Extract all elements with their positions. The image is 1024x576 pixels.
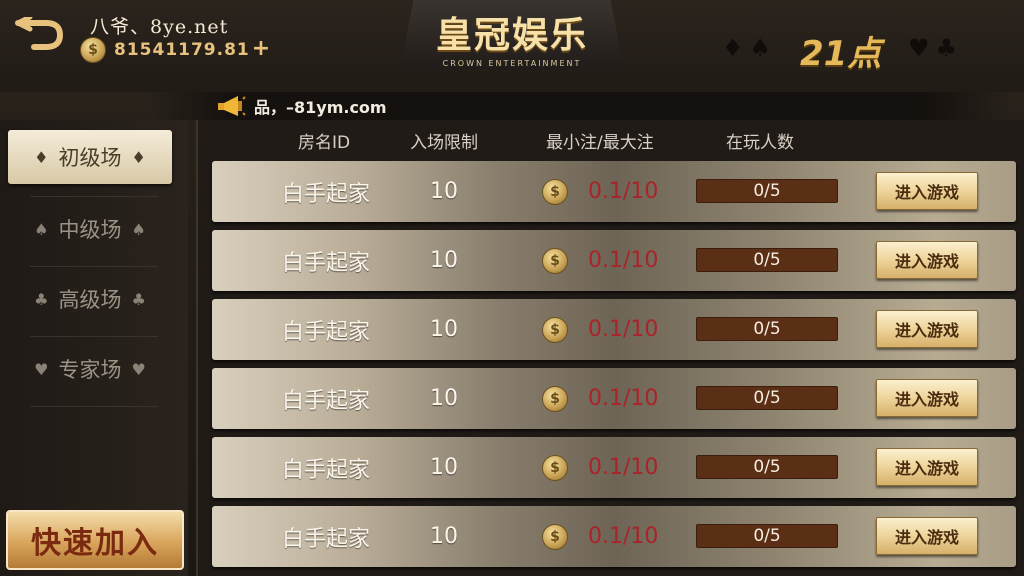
bet-range: 0.1/10 xyxy=(588,248,659,273)
room-name: 白手起家 xyxy=(282,181,371,207)
back-arrow-icon xyxy=(15,17,64,50)
gold-coin-icon: $ xyxy=(80,37,106,63)
bet-coin-wrap: $ xyxy=(542,230,568,291)
column-header-entry-limit: 入场限制 xyxy=(410,133,478,153)
sidebar-item-expert[interactable]: ♥ 专家场 ♥ xyxy=(8,342,172,396)
players-count: 0/5 xyxy=(696,386,838,410)
entry-limit: 10 xyxy=(430,317,458,342)
club-icon: ♣ xyxy=(131,289,146,309)
bet-coin-wrap: $ xyxy=(542,368,568,429)
crown-logo: 皇冠娱乐 CROWN ENTERTAINMENT xyxy=(400,0,624,70)
gold-coin-icon: $ xyxy=(542,316,568,343)
table-row: 白手起家 10 $ 0.1/10 0/5 进入游戏 xyxy=(212,506,1016,567)
suits-decoration-right: ♥♣ xyxy=(908,34,964,62)
table-row: 白手起家 10 $ 0.1/10 0/5 进入游戏 xyxy=(212,299,1016,360)
club-icon: ♣ xyxy=(34,289,49,309)
gold-coin-icon: $ xyxy=(542,454,568,481)
back-button[interactable] xyxy=(14,14,66,54)
room-name: 白手起家 xyxy=(282,457,371,483)
sidebar-item-advanced[interactable]: ♣ 高级场 ♣ xyxy=(8,272,172,326)
diamond-icon: ♦ xyxy=(131,147,146,167)
sidebar-item-label: 高级场 xyxy=(58,288,122,312)
players-count: 0/5 xyxy=(696,317,838,341)
heart-icon: ♥ xyxy=(131,359,146,379)
entry-limit: 10 xyxy=(430,524,458,549)
bet-coin-wrap: $ xyxy=(542,437,568,498)
suits-decoration-left: ♦♠ xyxy=(722,34,778,62)
column-header-players: 在玩人数 xyxy=(726,133,794,153)
gold-coin-icon: $ xyxy=(542,247,568,274)
room-name: 白手起家 xyxy=(282,250,371,276)
sidebar-item-intermediate[interactable]: ♠ 中级场 ♠ xyxy=(8,202,172,256)
room-name: 白手起家 xyxy=(282,526,371,552)
players-count: 0/5 xyxy=(696,248,838,272)
divider xyxy=(30,406,158,407)
entry-limit: 10 xyxy=(430,248,458,273)
heart-icon: ♥ xyxy=(34,359,49,379)
sidebar-item-beginner[interactable]: ♦ 初级场 ♦ xyxy=(8,130,172,184)
enter-game-button[interactable]: 进入游戏 xyxy=(876,379,978,417)
divider xyxy=(30,336,158,337)
logo-subtitle: CROWN ENTERTAINMENT xyxy=(442,59,582,68)
sidebar-item-label: 专家场 xyxy=(58,358,122,382)
entry-limit: 10 xyxy=(430,179,458,204)
bet-range: 0.1/10 xyxy=(588,179,659,204)
bet-range: 0.1/10 xyxy=(588,524,659,549)
sidebar-item-label: 初级场 xyxy=(58,146,122,170)
logo-title: 皇冠娱乐 xyxy=(435,15,588,56)
notice-text: 品，–81ym.com xyxy=(254,98,387,117)
table-row: 白手起家 10 $ 0.1/10 0/5 进入游戏 xyxy=(212,230,1016,291)
room-name: 白手起家 xyxy=(282,319,371,345)
table-row: 白手起家 10 $ 0.1/10 0/5 进入游戏 xyxy=(212,161,1016,222)
gold-coin-icon: $ xyxy=(542,385,568,412)
bet-range: 0.1/10 xyxy=(588,317,659,342)
user-name: 八爷、8ye.net xyxy=(90,16,229,38)
room-level-sidebar: ♦ 初级场 ♦ ♠ 中级场 ♠ ♣ 高级场 ♣ ♥ 专家场 ♥ 快速加入 xyxy=(0,120,188,576)
enter-game-button[interactable]: 进入游戏 xyxy=(876,448,978,486)
table-row: 白手起家 10 $ 0.1/10 0/5 进入游戏 xyxy=(212,437,1016,498)
enter-game-button[interactable]: 进入游戏 xyxy=(876,310,978,348)
enter-game-button[interactable]: 进入游戏 xyxy=(876,172,978,210)
column-header-room-id: 房名ID xyxy=(298,133,351,153)
sidebar-item-label: 中级场 xyxy=(58,218,122,242)
players-count: 0/5 xyxy=(696,524,838,548)
entry-limit: 10 xyxy=(430,386,458,411)
bet-coin-wrap: $ xyxy=(542,506,568,567)
column-header-bet-range: 最小注/最大注 xyxy=(546,133,654,153)
players-count: 0/5 xyxy=(696,179,838,203)
enter-game-button[interactable]: 进入游戏 xyxy=(876,517,978,555)
game-title: 21点 xyxy=(800,34,882,74)
diamond-icon: ♦ xyxy=(34,147,49,167)
bet-range: 0.1/10 xyxy=(588,386,659,411)
top-header: 八爷、8ye.net $ 81541179.81 + 皇冠娱乐 CROWN EN… xyxy=(0,0,1024,92)
notice-bar: 品，–81ym.com xyxy=(150,92,1010,120)
coin-balance: 81541179.81 xyxy=(114,40,250,60)
balance-row: $ 81541179.81 + xyxy=(80,37,270,63)
spade-icon: ♠ xyxy=(34,219,49,239)
gold-coin-icon: $ xyxy=(542,178,568,205)
bet-coin-wrap: $ xyxy=(542,161,568,222)
bet-coin-wrap: $ xyxy=(542,299,568,360)
room-name: 白手起家 xyxy=(282,388,371,414)
enter-game-button[interactable]: 进入游戏 xyxy=(876,241,978,279)
bet-range: 0.1/10 xyxy=(588,455,659,480)
divider xyxy=(30,196,158,197)
add-coins-button[interactable]: + xyxy=(252,38,270,60)
players-count: 0/5 xyxy=(696,455,838,479)
entry-limit: 10 xyxy=(430,455,458,480)
megaphone-icon xyxy=(218,96,246,116)
room-list: 房名ID 入场限制 最小注/最大注 在玩人数 白手起家 10 $ 0.1/10 … xyxy=(196,120,1024,576)
quick-join-button[interactable]: 快速加入 xyxy=(6,510,184,570)
divider xyxy=(30,266,158,267)
gold-coin-icon: $ xyxy=(542,523,568,550)
spade-icon: ♠ xyxy=(131,219,146,239)
table-row: 白手起家 10 $ 0.1/10 0/5 进入游戏 xyxy=(212,368,1016,429)
